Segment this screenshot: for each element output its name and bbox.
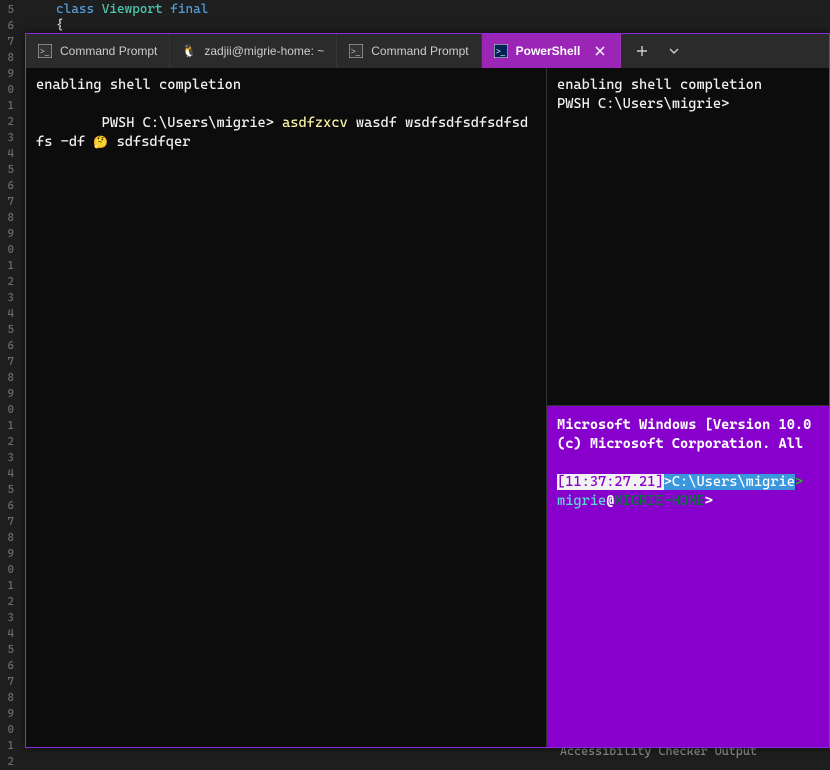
code-keyword-class: class <box>56 2 94 17</box>
tab-powershell[interactable]: >_ PowerShell <box>482 34 622 68</box>
tab-command-prompt-2[interactable]: >_ Command Prompt <box>337 34 481 68</box>
tab-dropdown-button[interactable] <box>659 36 689 66</box>
tab-label: zadjii@migrie-home: ~ <box>204 44 324 58</box>
output-line: enabling shell completion <box>36 76 536 95</box>
new-tab-button[interactable] <box>627 36 657 66</box>
cmd-icon: >_ <box>349 44 363 58</box>
tux-icon: 🐧 <box>182 44 196 58</box>
terminal-panes: enabling shell completion PWSH C:\Users\… <box>26 68 829 747</box>
prompt-line-2: migrie@MIGRIE-HOME> <box>557 492 819 511</box>
thinking-emoji-icon: 🤔 <box>93 135 108 149</box>
pane-right-top-pwsh[interactable]: enabling shell completion PWSH C:\Users\… <box>547 68 829 406</box>
powershell-icon: >_ <box>494 44 508 58</box>
tab-command-prompt-1[interactable]: >_ Command Prompt <box>26 34 170 68</box>
line-number-gutter: 5678901234567890123456789012345678901234… <box>0 0 14 762</box>
prompt-line: PWSH C:\Users\migrie> asdfzxcv wasdf wsd… <box>36 95 536 171</box>
prompt-line-1: [11:37:27.21]>C:\Users\migrie> <box>557 473 819 492</box>
tab-label: Command Prompt <box>371 44 468 58</box>
svg-text:>_: >_ <box>351 47 361 56</box>
tab-label: Command Prompt <box>60 44 157 58</box>
background-code-snippet: class Viewport final { <box>56 2 208 34</box>
prompt-line: PWSH C:\Users\migrie> <box>557 95 819 114</box>
svg-text:>_: >_ <box>496 47 506 56</box>
code-type-viewport: Viewport <box>102 2 163 17</box>
pane-right-column: enabling shell completion PWSH C:\Users\… <box>547 68 829 747</box>
tab-controls <box>627 36 689 66</box>
code-keyword-final: final <box>170 2 208 17</box>
terminal-window: >_ Command Prompt 🐧 zadjii@migrie-home: … <box>25 33 830 748</box>
svg-text:>_: >_ <box>40 47 50 56</box>
code-brace: { <box>56 18 64 33</box>
version-line: Microsoft Windows [Version 10.0 <box>557 416 819 435</box>
pane-right-bottom-cmd[interactable]: Microsoft Windows [Version 10.0 (c) Micr… <box>547 406 829 747</box>
tab-label: PowerShell <box>516 44 581 58</box>
tab-wsl[interactable]: 🐧 zadjii@migrie-home: ~ <box>170 34 337 68</box>
tab-bar: >_ Command Prompt 🐧 zadjii@migrie-home: … <box>26 34 829 68</box>
close-icon[interactable] <box>592 43 608 59</box>
cmd-icon: >_ <box>38 44 52 58</box>
output-line: enabling shell completion <box>557 76 819 95</box>
pane-left-pwsh[interactable]: enabling shell completion PWSH C:\Users\… <box>26 68 547 747</box>
copyright-line: (c) Microsoft Corporation. All <box>557 435 819 454</box>
